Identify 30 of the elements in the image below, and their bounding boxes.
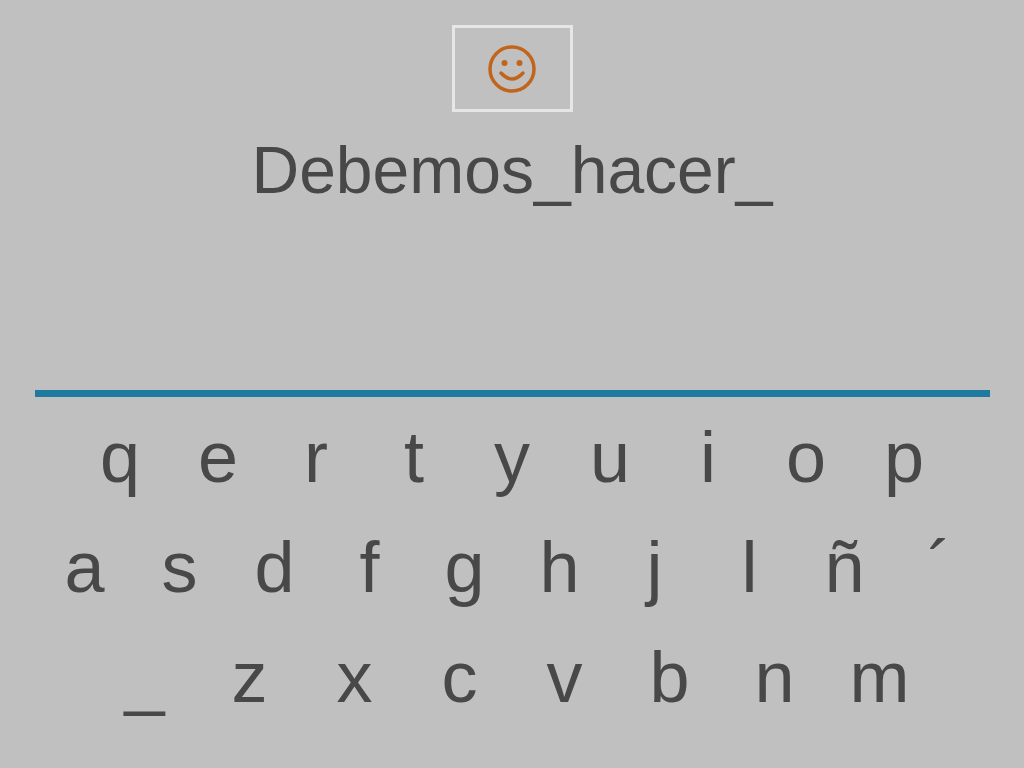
smiley-button[interactable]	[451, 25, 573, 112]
letter-key[interactable]: ´	[892, 525, 987, 609]
letter-key[interactable]: e	[169, 415, 267, 499]
letter-key[interactable]: c	[407, 635, 512, 719]
letter-key[interactable]: q	[71, 415, 169, 499]
letter-key[interactable]: z	[197, 635, 302, 719]
smiley-icon	[487, 43, 537, 94]
letter-key[interactable]: s	[132, 525, 227, 609]
letter-key[interactable]: u	[561, 415, 659, 499]
letter-key[interactable]: v	[512, 635, 617, 719]
letter-key[interactable]: p	[855, 415, 953, 499]
letter-key[interactable]: m	[827, 635, 932, 719]
letter-key[interactable]: y	[463, 415, 561, 499]
letter-key[interactable]: n	[722, 635, 827, 719]
letter-key[interactable]: j	[607, 525, 702, 609]
letter-key[interactable]: x	[302, 635, 407, 719]
letter-key[interactable]: i	[659, 415, 757, 499]
letter-key[interactable]: d	[227, 525, 322, 609]
letter-key[interactable]: o	[757, 415, 855, 499]
letter-key[interactable]: g	[417, 525, 512, 609]
letter-key[interactable]: _	[92, 635, 197, 719]
letter-key[interactable]: f	[322, 525, 417, 609]
letter-key[interactable]: ñ	[797, 525, 892, 609]
letter-key[interactable]: a	[37, 525, 132, 609]
letter-key[interactable]: b	[617, 635, 722, 719]
letter-key[interactable]: r	[267, 415, 365, 499]
letter-key[interactable]: h	[512, 525, 607, 609]
letter-key[interactable]: t	[365, 415, 463, 499]
phrase-text: Debemos_hacer_	[251, 132, 773, 209]
letter-key[interactable]: l	[702, 525, 797, 609]
